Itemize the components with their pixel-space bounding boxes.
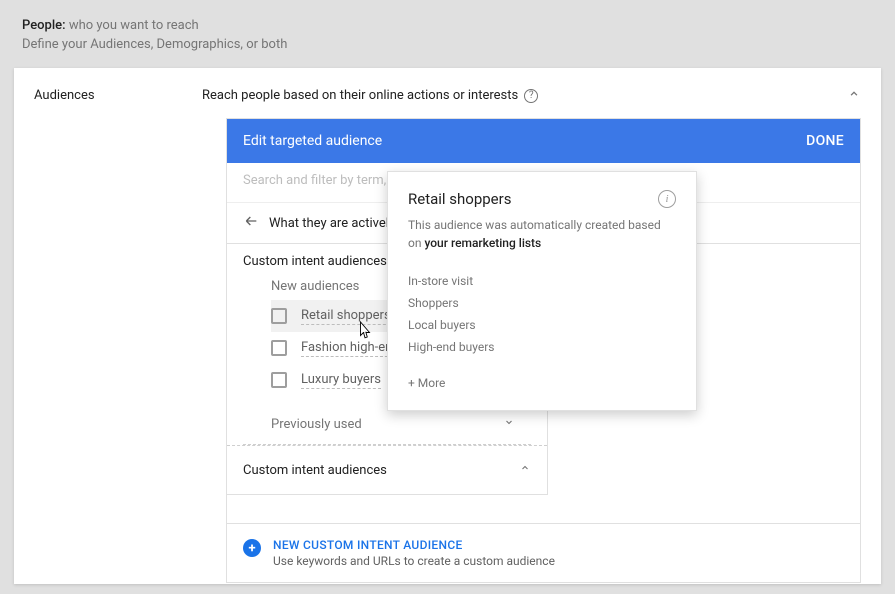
- back-arrow-icon: [243, 213, 263, 233]
- checkbox-icon[interactable]: [271, 340, 287, 356]
- main-card: Audiences Reach people based on their on…: [14, 68, 881, 584]
- tooltip-item: Shoppers: [408, 292, 676, 314]
- new-cia-desc: Use keywords and URLs to create a custom…: [273, 554, 555, 568]
- info-icon[interactable]: i: [658, 190, 676, 208]
- plus-icon: +: [243, 539, 261, 557]
- tooltip-item: Local buyers: [408, 314, 676, 336]
- header-subline: Define your Audiences, Demographics, or …: [22, 37, 873, 52]
- header-people-label: People:: [22, 18, 66, 33]
- checkbox-icon[interactable]: [271, 308, 287, 324]
- tooltip-title: Retail shoppers: [408, 190, 511, 208]
- new-custom-intent-audience-button[interactable]: + NEW CUSTOM INTENT AUDIENCE Use keyword…: [227, 523, 860, 582]
- chevron-up-icon: [847, 87, 861, 101]
- tooltip-list: In-store visit Shoppers Local buyers Hig…: [408, 270, 676, 358]
- chevron-up-icon: [519, 462, 531, 478]
- audience-tooltip: Retail shoppers i This audience was auto…: [387, 171, 697, 411]
- tooltip-item: In-store visit: [408, 270, 676, 292]
- done-button[interactable]: DONE: [806, 133, 844, 149]
- panel-title: Edit targeted audience: [243, 133, 382, 149]
- help-icon[interactable]: ?: [524, 89, 538, 103]
- tooltip-item: High-end buyers: [408, 336, 676, 358]
- new-cia-title: NEW CUSTOM INTENT AUDIENCE: [273, 538, 555, 552]
- chevron-down-icon: [503, 416, 515, 432]
- reach-description: Reach people based on their online actio…: [202, 88, 518, 103]
- page-header: People: who you want to reach Define you…: [2, 2, 893, 64]
- header-people-desc: who you want to reach: [69, 18, 199, 33]
- collapse-button[interactable]: [847, 86, 861, 105]
- tooltip-more-link[interactable]: + More: [408, 376, 676, 390]
- edit-audience-panel: Edit targeted audience DONE Search and f…: [226, 118, 861, 583]
- app-root: People: who you want to reach Define you…: [2, 2, 893, 590]
- panel-header: Edit targeted audience DONE: [227, 119, 860, 163]
- checkbox-icon[interactable]: [271, 372, 287, 388]
- section-audiences-label: Audiences: [34, 88, 202, 103]
- tooltip-description: This audience was automatically created …: [408, 216, 676, 252]
- custom-intent-audiences-row[interactable]: Custom intent audiences: [227, 446, 547, 495]
